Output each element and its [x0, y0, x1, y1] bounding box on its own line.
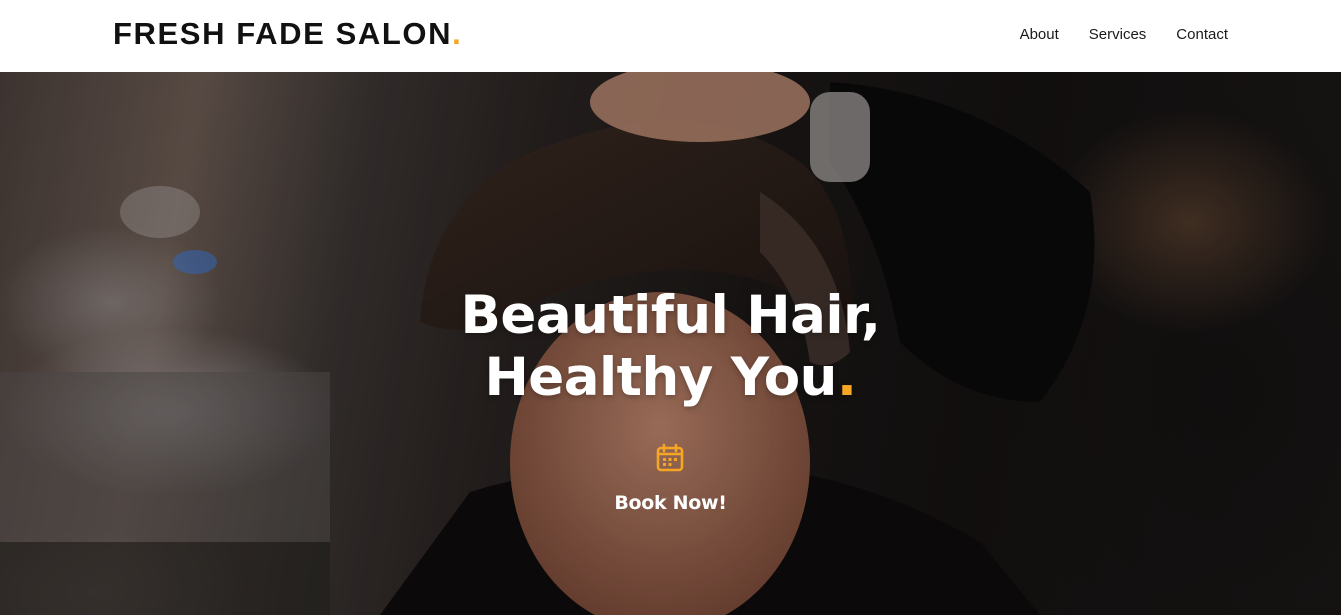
nav-link-about[interactable]: About: [1020, 24, 1059, 46]
logo-text: FRESH FADE SALON: [113, 16, 453, 51]
logo-accent-dot: .: [452, 16, 463, 51]
main-nav: About Services Contact: [1020, 24, 1228, 46]
headline-accent-dot: .: [836, 347, 857, 408]
hero-headline: Beautiful Hair, Healthy You.: [0, 285, 1341, 409]
site-header: FRESH FADE SALON. About Services Contact: [0, 0, 1341, 72]
nav-link-contact[interactable]: Contact: [1176, 24, 1228, 46]
headline-line-1: Beautiful Hair,: [460, 285, 881, 346]
headline-line-2: Healthy You.: [0, 347, 1341, 409]
calendar-icon[interactable]: [655, 443, 685, 473]
book-now-button[interactable]: Book Now!: [0, 492, 1341, 514]
hero-section: Beautiful Hair, Healthy You. Book Now!: [0, 72, 1341, 615]
headline-line-2-text: Healthy You: [484, 347, 837, 408]
site-logo[interactable]: FRESH FADE SALON.: [113, 14, 462, 54]
nav-link-services[interactable]: Services: [1089, 24, 1147, 46]
